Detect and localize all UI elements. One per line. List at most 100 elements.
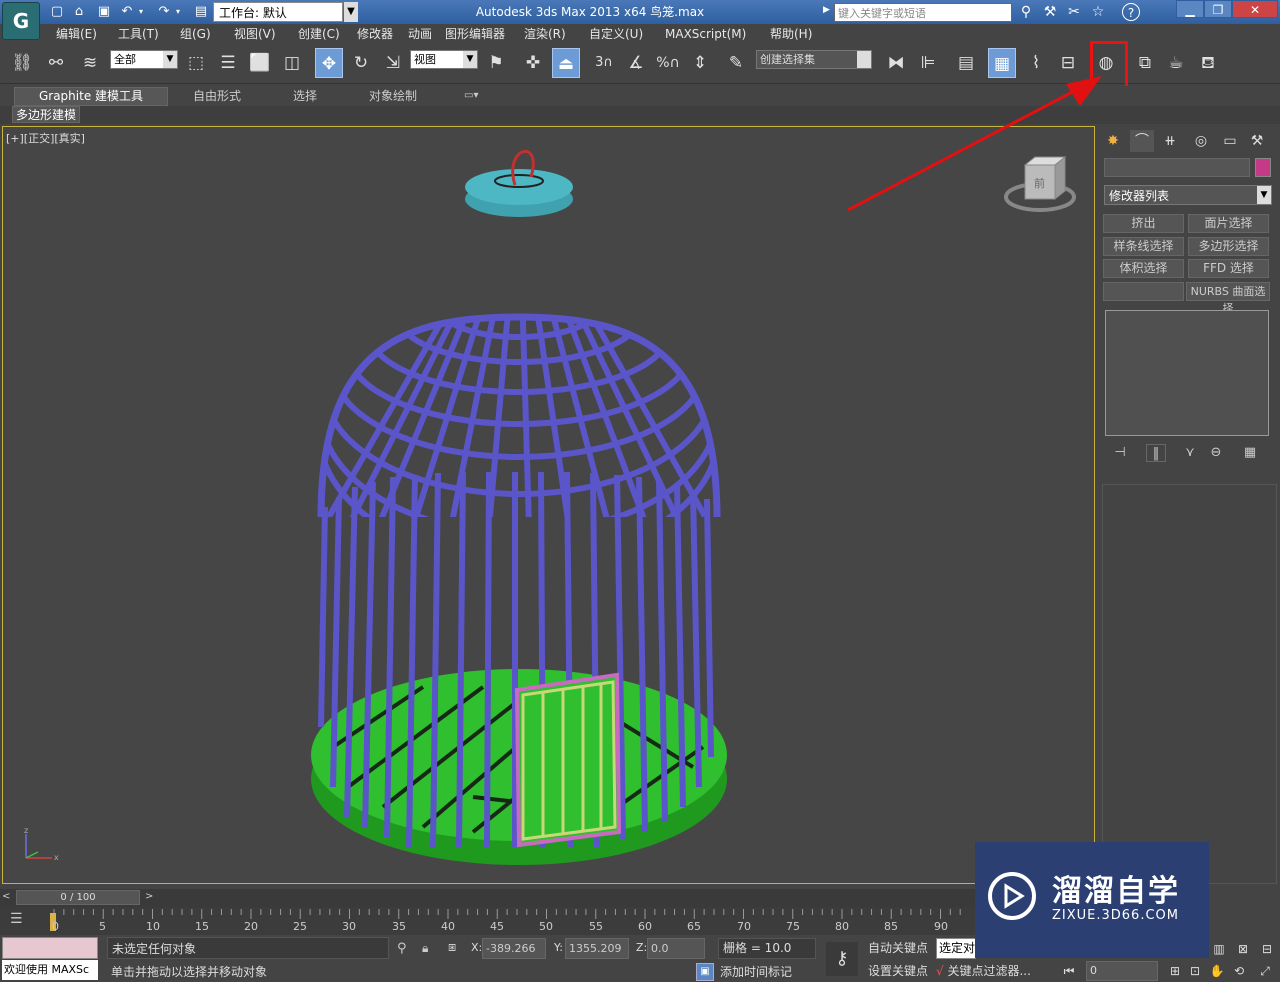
maxscript-listener-box[interactable] [2,937,98,959]
workspace-dropdown-arrow-icon[interactable]: ▼ [344,2,358,22]
selection-filter-dropdown[interactable]: 全部 ▼ [110,50,178,69]
menu-modifiers[interactable]: 修改器 [357,26,393,42]
hierarchy-panel-icon[interactable]: ⧺ [1158,130,1182,152]
maximize-viewport-icon[interactable]: ⤢ [1256,962,1274,980]
menu-group[interactable]: 组(G) [180,26,211,42]
nurbs-surface-select-button[interactable]: NURBS 曲面选择 [1186,282,1270,315]
set-key-button[interactable]: 设置关键点 [864,961,932,982]
y-coordinate-field[interactable]: 1355.209 [565,938,629,959]
render-production-icon[interactable]: ⛾ [1194,48,1222,78]
tab-selection[interactable]: 选择 [293,87,317,105]
pivot-center-icon[interactable]: ⚑ [482,48,510,78]
time-prev-icon[interactable]: < [2,891,10,902]
object-color-swatch[interactable] [1255,158,1271,177]
modify-panel-icon[interactable]: ⌒ [1130,130,1154,152]
z-coordinate-field[interactable]: 0.0 [647,938,705,959]
add-time-tag-button[interactable]: 添加时间标记 [720,962,816,982]
selection-lock-icon[interactable]: 🔒︎ [422,941,428,956]
menu-edit[interactable]: 编辑(E) [56,26,97,42]
unlink-icon[interactable]: ⚯ [42,48,70,78]
menu-maxscript[interactable]: MAXScript(M) [665,26,746,42]
time-tag-icon[interactable]: ▣ [696,963,714,981]
pin-stack-icon[interactable]: ⊣ [1110,444,1130,462]
viewport[interactable]: 前 [2,126,1095,884]
empty-modifier-button[interactable] [1103,282,1184,301]
redo-icon[interactable]: ↷ [155,3,173,21]
open-file-icon[interactable]: ⌂ [70,3,88,21]
make-unique-icon[interactable]: ⋎ [1180,444,1200,462]
poly-select-button[interactable]: 多边形选择 [1188,237,1269,256]
app-logo-button[interactable]: G [2,2,40,40]
zoom-extents-all-icon[interactable]: ⊟ [1258,940,1276,958]
close-button[interactable]: ✕ [1232,0,1278,18]
modifier-stack[interactable] [1105,310,1269,436]
key-filters-button[interactable]: √ 关键点过滤器... [936,961,1048,982]
subscription-icon[interactable]: ⚒ [1040,3,1060,21]
undo-dropdown-icon[interactable]: ▾ [136,3,146,21]
edit-named-selection-icon[interactable]: ✎ [722,48,750,78]
tab-graphite-modeling[interactable]: Graphite 建模工具 [14,87,168,106]
help-icon[interactable]: ? [1122,3,1140,21]
tab-freeform[interactable]: 自由形式 [193,87,241,105]
viewport-label[interactable]: [+][正交][真实] [6,130,85,146]
maxscript-welcome-label[interactable]: 欢迎使用 MAXSc [2,960,98,980]
menu-rendering[interactable]: 渲染(R) [524,26,566,42]
configure-sets-icon[interactable]: ▦ [1240,444,1260,462]
select-by-name-icon[interactable]: ☰ [214,48,242,78]
favorites-star-icon[interactable]: ☆ [1088,3,1108,21]
snaps-toggle-icon[interactable]: 3∩ [590,48,618,78]
create-panel-icon[interactable]: ✸ [1101,130,1125,152]
ffd-select-button[interactable]: FFD 选择 [1188,259,1269,278]
bind-space-warp-icon[interactable]: ≋ [76,48,104,78]
time-slider[interactable]: 0 / 100 [16,890,140,905]
open-mini-curve-editor-icon[interactable]: ☰ [10,911,23,927]
select-and-rotate-icon[interactable]: ↻ [347,48,375,78]
menu-customize[interactable]: 自定义(U) [589,26,643,42]
render-setup-icon[interactable]: ⧉ [1131,48,1159,78]
x-coordinate-field[interactable]: -389.266 [482,938,546,959]
select-and-link-icon[interactable]: ⛓ [8,48,36,78]
menu-help[interactable]: 帮助(H) [770,26,812,42]
ribbon-options-icon[interactable]: ▭▾ [464,87,478,105]
go-to-start-icon[interactable]: ⏮ [1060,962,1078,980]
select-and-move-icon[interactable]: ✥ [315,48,343,78]
reference-coordinate-dropdown[interactable]: 视图 ▼ [410,50,478,69]
show-end-result-icon[interactable]: ‖ [1146,444,1166,462]
field-of-view-icon[interactable]: ▥ [1210,940,1228,958]
menu-graph-editors[interactable]: 图形编辑器 [445,26,505,42]
select-and-scale-icon[interactable]: ⇲ [379,48,407,78]
angle-snap-icon[interactable]: ∡ [622,48,650,78]
zoom-region-icon[interactable]: ⊡ [1186,962,1204,980]
minimize-button[interactable]: ▁ [1176,0,1204,18]
selection-set-dropdown[interactable]: 选定对象 [936,938,976,959]
absolute-mode-icon[interactable]: ⧆ [448,940,456,955]
menu-animation[interactable]: 动画 [408,26,432,42]
vol-select-button[interactable]: 体积选择 [1103,259,1184,278]
set-key-icon[interactable]: ⚷ [826,942,858,976]
percent-snap-icon[interactable]: %∩ [654,48,682,78]
orbit-icon[interactable]: ⟲ [1230,962,1248,980]
display-panel-icon[interactable]: ▭ [1218,130,1242,152]
named-selection-dropdown[interactable]: 创建选择集 ▼ [756,50,872,69]
remove-modifier-icon[interactable]: ⊖ [1206,444,1226,462]
polygon-modeling-button[interactable]: 多边形建模 [12,106,80,123]
extrude-button[interactable]: 挤出 [1103,214,1184,233]
undo-icon[interactable]: ↶ [118,3,136,21]
menu-create[interactable]: 创建(C) [298,26,340,42]
menu-view[interactable]: 视图(V) [234,26,276,42]
manipulate-icon[interactable]: ✜ [519,48,547,78]
pan-view-icon[interactable]: ✋ [1208,962,1226,980]
isolate-selection-icon[interactable]: ⚲ [397,941,407,956]
infocenter-toggle-icon[interactable]: ▶ [823,5,830,15]
rendered-frame-window-icon[interactable]: ☕ [1162,48,1190,78]
rectangular-selection-icon[interactable]: ⬜ [246,48,274,78]
select-object-icon[interactable]: ⬚ [182,48,210,78]
tab-object-paint[interactable]: 对象绘制 [369,87,417,105]
auto-key-button[interactable]: 自动关键点 [864,938,932,959]
communication-icon[interactable]: ✂ [1064,3,1084,21]
motion-panel-icon[interactable]: ◎ [1189,130,1213,152]
zoom-extents-icon[interactable]: ⊞ [1166,962,1184,980]
menu-tools[interactable]: 工具(T) [118,26,159,42]
current-frame-field[interactable]: 0 [1086,961,1158,981]
utilities-panel-icon[interactable]: ⚒ [1245,130,1269,152]
